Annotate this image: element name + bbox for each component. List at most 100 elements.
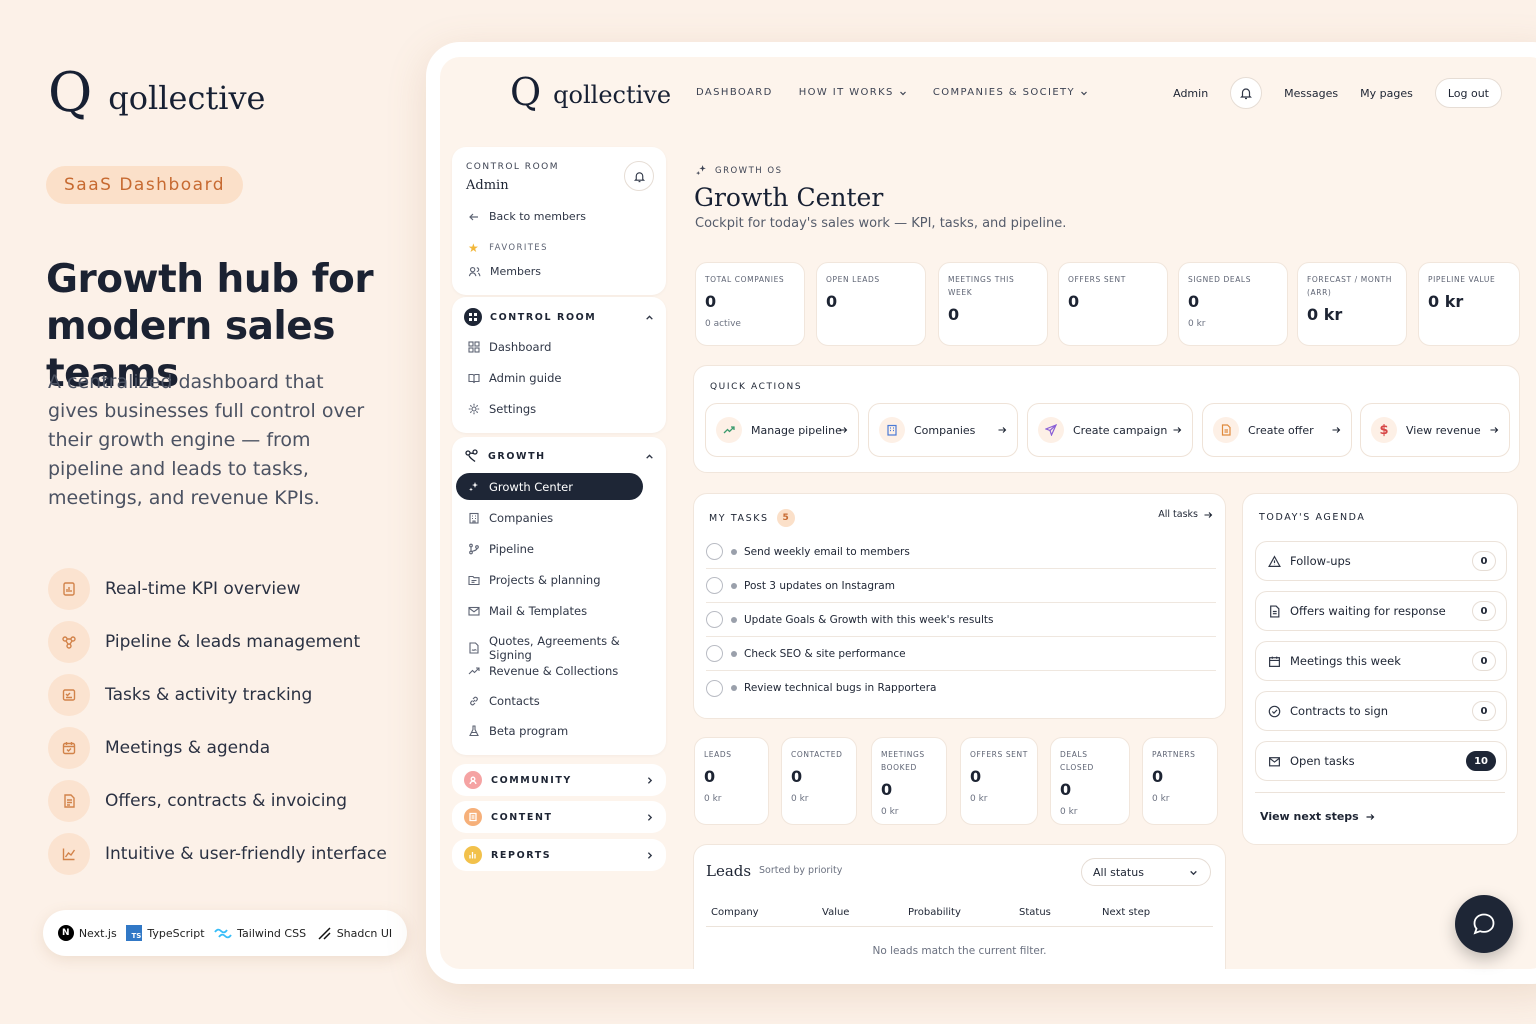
task-checkbox[interactable] [706,611,723,628]
sidebar-section-content[interactable]: CONTENT [452,801,666,833]
chat-button[interactable] [1455,895,1513,953]
app-logo[interactable]: Q qollective [510,73,671,111]
nav-link-companies[interactable]: COMPANIES & SOCIETY [933,87,1088,98]
admin-link[interactable]: Admin [1173,87,1208,100]
task-row[interactable]: Check SEO & site performance [706,637,1216,671]
quick-action-companies[interactable]: Companies [868,403,1018,457]
task-label: Review technical bugs in Rapportera [744,682,937,694]
task-label: Send weekly email to members [744,545,910,558]
growth-icon [465,449,478,462]
kpi-value: 0 [1188,292,1200,311]
funnel-sub: 0 kr [704,794,722,804]
kpi-label: FORECAST / MONTH (ARR) [1307,275,1392,297]
quick-action-label: Create campaign [1073,423,1168,437]
quick-action-create-offer[interactable]: Create offer [1202,403,1352,457]
sidebar-item-projects[interactable]: Projects & planning [468,573,601,587]
kpi-value: 0 kr [1307,305,1343,324]
section-title: COMMUNITY [491,774,572,786]
funnel-label: LEADS [704,750,732,759]
sidebar-item-label: Quotes, Agreements & Signing [488,634,620,662]
sidebar-item-settings[interactable]: Settings [468,402,536,416]
task-bullet [731,650,737,657]
growth-header[interactable]: GROWTH [464,448,654,464]
section-title: CONTENT [491,811,553,823]
kpi-card-pipeline-value: PIPELINE VALUE 0 kr [1418,262,1520,346]
task-checkbox[interactable] [706,577,723,594]
sidebar-user-card: CONTROL ROOM Admin Back to members ★ FAV… [452,147,666,295]
task-label: Update Goals & Growth with this week's r… [744,613,994,626]
sidebar-item-label: Settings [489,402,537,416]
agenda-item-meetings[interactable]: Meetings this week 0 [1255,641,1507,681]
sidebar-item-beta[interactable]: Beta program [468,724,568,738]
sidebar-item-companies[interactable]: Companies [468,511,553,525]
sidebar-section-community[interactable]: COMMUNITY [452,764,666,796]
funnel-sub: 0 kr [970,794,988,804]
task-checkbox[interactable] [706,679,723,697]
agenda-item-offers-waiting[interactable]: Offers waiting for response 0 [1255,591,1507,631]
sidebar-item-quotes[interactable]: Quotes, Agreements & Signing [468,634,666,662]
quick-action-label: Manage pipeline [751,423,842,437]
sparkle-icon [469,481,478,491]
notifications-button[interactable] [1230,77,1263,109]
link-icon [470,696,478,706]
task-row[interactable]: Review technical bugs in Rapportera [706,671,1216,705]
check-circle-icon [1268,705,1281,717]
sidebar-section-reports[interactable]: REPORTS [452,839,666,871]
sidebar-item-revenue[interactable]: Revenue & Collections [468,664,618,678]
nav-link-dashboard[interactable]: DASHBOARD [696,87,773,98]
agenda-item-contracts[interactable]: Contracts to sign 0 [1255,691,1507,731]
column-company[interactable]: Company [711,907,759,918]
control-room-header[interactable]: CONTROL ROOM [464,308,654,326]
agenda-item-open-tasks[interactable]: Open tasks 10 [1255,741,1507,781]
task-row[interactable]: Send weekly email to members [706,535,1216,569]
git-branch-icon [469,543,479,555]
task-checkbox[interactable] [706,543,723,560]
status-filter-select[interactable]: All status [1081,858,1211,886]
leads-empty-state: No leads match the current filter. [872,945,1047,957]
agenda-count: 0 [1472,601,1496,621]
arrow-right-icon [1332,427,1341,433]
sidebar-item-label: Mail & Templates [489,604,588,618]
view-next-steps-link[interactable]: View next steps [1260,810,1375,823]
task-row[interactable]: Update Goals & Growth with this week's r… [706,603,1216,637]
task-row[interactable]: Post 3 updates on Instagram [706,569,1216,603]
eyebrow-label: GROWTH OS [715,165,783,176]
sidebar-item-admin-guide[interactable]: Admin guide [468,371,561,385]
agenda-item-follow-ups[interactable]: Follow-ups 0 [1255,541,1507,581]
document-icon [48,779,90,822]
column-value[interactable]: Value [822,907,849,918]
sidebar-notifications-button[interactable] [624,161,654,191]
arrow-right-icon [998,427,1007,433]
column-probability[interactable]: Probability [908,907,961,918]
gear-icon [468,403,480,415]
back-to-members-link[interactable]: Back to members [468,210,586,223]
funnel-card-leads: LEADS 0 0 kr [694,737,769,825]
kpi-label: TOTAL COMPANIES [705,275,785,284]
pipeline-icon [48,620,90,663]
column-status[interactable]: Status [1019,907,1051,918]
all-tasks-link[interactable]: All tasks [1158,509,1213,520]
sidebar-item-members[interactable]: Members [468,265,541,278]
sidebar-item-dashboard[interactable]: Dashboard [468,340,551,354]
quick-action-manage-pipeline[interactable]: Manage pipeline [705,403,859,457]
stack-item: Tailwind CSS [214,927,306,940]
task-bullet [731,616,737,623]
quick-action-view-revenue[interactable]: $ View revenue [1360,403,1510,457]
funnel-value: 0 [970,767,982,786]
sidebar-item-growth-center[interactable]: Growth Center [456,473,643,500]
sidebar-item-pipeline[interactable]: Pipeline [468,542,534,556]
messages-link[interactable]: Messages [1284,87,1338,100]
sidebar-item-contacts[interactable]: Contacts [468,694,540,708]
quick-action-create-campaign[interactable]: Create campaign [1027,403,1193,457]
logout-button[interactable]: Log out [1434,78,1502,108]
nav-link-how-it-works[interactable]: HOW IT WORKS [799,87,907,98]
task-checkbox[interactable] [706,645,723,662]
stack-item: N Next.js [57,925,117,941]
sidebar-item-mail[interactable]: Mail & Templates [468,604,587,618]
my-pages-link[interactable]: My pages [1360,87,1413,100]
column-next-step[interactable]: Next step [1102,907,1150,918]
grid-icon [468,341,480,353]
kpi-sub: 0 active [705,319,741,329]
funnel-card-offers-sent: OFFERS SENT 0 0 kr [960,737,1038,825]
sidebar-item-label: Beta program [489,724,569,738]
